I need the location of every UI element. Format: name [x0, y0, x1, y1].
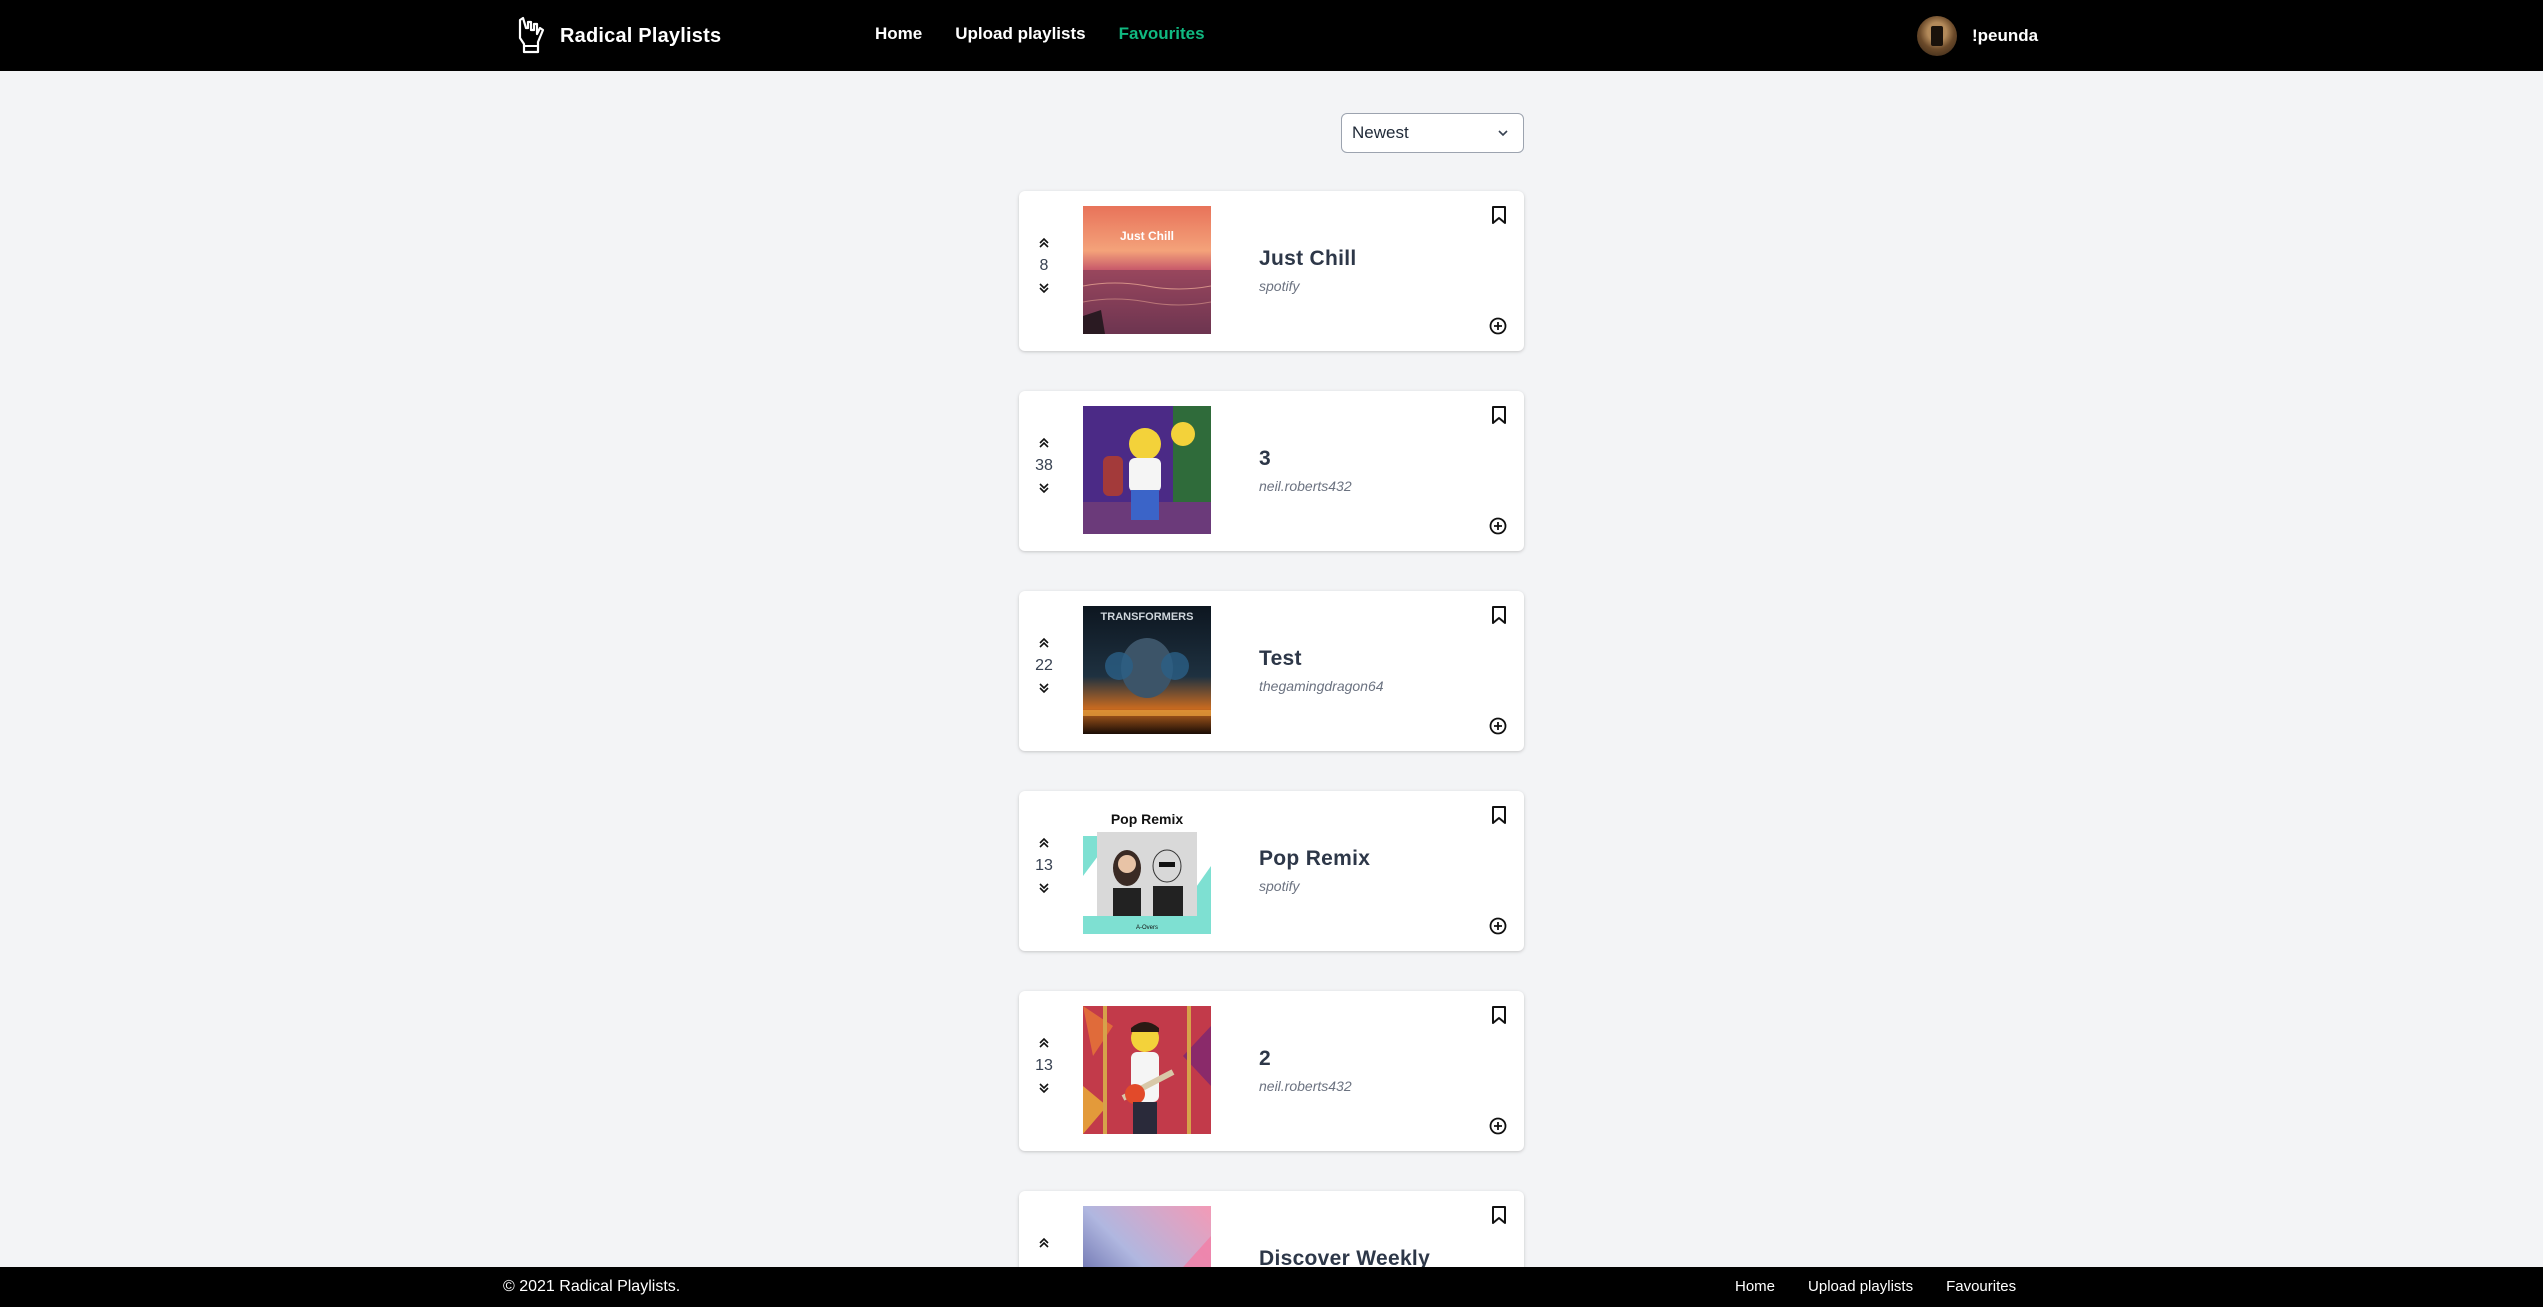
- bookmark-icon[interactable]: [1490, 405, 1508, 425]
- avatar[interactable]: [1917, 16, 1957, 56]
- playlist-info: Just Chill spotify: [1259, 247, 1357, 294]
- add-circle-icon[interactable]: [1488, 516, 1508, 536]
- cover-text: Pop Remix: [1111, 811, 1184, 827]
- main-nav: Home Upload playlists Favourites: [875, 24, 1205, 44]
- playlist-card: 22 TRANSFORMERS Test thegamingdragon64: [1019, 591, 1524, 751]
- playlist-title[interactable]: 2: [1259, 1047, 1352, 1071]
- upvote-icon[interactable]: [1037, 636, 1051, 650]
- bookmark-icon[interactable]: [1490, 805, 1508, 825]
- vote-count: 8: [1039, 257, 1049, 274]
- vote-controls: 8: [1029, 236, 1059, 295]
- playlist-cover[interactable]: [1083, 1006, 1211, 1134]
- cover-image-cartoon: [1083, 406, 1211, 534]
- brand-name: Radical Playlists: [560, 24, 722, 47]
- sort-select[interactable]: Newest: [1341, 113, 1524, 153]
- vote-controls: 38: [1029, 436, 1059, 495]
- bookmark-icon[interactable]: [1490, 605, 1508, 625]
- playlist-author: thegamingdragon64: [1259, 678, 1384, 694]
- vote-count: 22: [1035, 657, 1053, 674]
- add-circle-icon[interactable]: [1488, 1116, 1508, 1136]
- top-navbar: Radical Playlists Home Upload playlists …: [0, 0, 2543, 71]
- footer-link-home[interactable]: Home: [1735, 1278, 1775, 1295]
- vote-count: 13: [1035, 857, 1053, 874]
- chevron-down-icon: [1498, 130, 1508, 137]
- playlist-info: Pop Remix spotify: [1259, 847, 1370, 894]
- upvote-icon[interactable]: [1037, 836, 1051, 850]
- cover-text: TRANSFORMERS: [1101, 611, 1194, 623]
- playlist-title[interactable]: 3: [1259, 447, 1352, 471]
- downvote-icon[interactable]: [1037, 681, 1051, 695]
- playlist-info: 3 neil.roberts432: [1259, 447, 1352, 494]
- playlist-title[interactable]: Test: [1259, 647, 1384, 671]
- upvote-icon[interactable]: [1037, 436, 1051, 450]
- playlist-card: 38 3 neil.roberts432: [1019, 391, 1524, 551]
- username: !peunda: [1972, 26, 2039, 45]
- playlist-cover[interactable]: [1083, 406, 1211, 534]
- playlist-title[interactable]: Just Chill: [1259, 247, 1357, 271]
- playlist-card: 13 Pop Remix A-Overs Pop Remix spotify: [1019, 791, 1524, 951]
- bookmark-icon[interactable]: [1490, 205, 1508, 225]
- playlist-author: spotify: [1259, 878, 1300, 894]
- playlist-card: 13 2 neil.roberts432: [1019, 991, 1524, 1151]
- nav-favourites[interactable]: Favourites: [1119, 24, 1205, 44]
- upvote-icon[interactable]: [1037, 236, 1051, 250]
- playlist-info: 2 neil.roberts432: [1259, 1047, 1352, 1094]
- cover-image-sunset: Just Chill: [1083, 206, 1211, 334]
- add-circle-icon[interactable]: [1488, 916, 1508, 936]
- add-circle-icon[interactable]: [1488, 316, 1508, 336]
- footer-nav: Home Upload playlists Favourites: [1735, 1278, 2016, 1295]
- vote-controls: 22: [1029, 636, 1059, 695]
- playlist-info: Test thegamingdragon64: [1259, 647, 1384, 694]
- user-menu[interactable]: !peunda: [1917, 16, 2038, 56]
- footer-link-favourites[interactable]: Favourites: [1946, 1278, 2016, 1295]
- cover-subtext: A-Overs: [1136, 925, 1158, 931]
- playlist-cover[interactable]: TRANSFORMERS: [1083, 606, 1211, 734]
- vote-count: 38: [1035, 457, 1053, 474]
- cover-image-guitarist: [1083, 1006, 1211, 1134]
- playlist-title[interactable]: Pop Remix: [1259, 847, 1370, 871]
- add-circle-icon[interactable]: [1488, 716, 1508, 736]
- downvote-icon[interactable]: [1037, 1081, 1051, 1095]
- footer: © 2021 Radical Playlists. Home Upload pl…: [0, 1267, 2543, 1307]
- sort-selected-value: Newest: [1352, 123, 1409, 142]
- bookmark-icon[interactable]: [1490, 1205, 1508, 1225]
- upvote-icon[interactable]: [1037, 1236, 1051, 1250]
- brand[interactable]: Radical Playlists: [514, 16, 722, 55]
- cover-image-pop-remix: Pop Remix A-Overs: [1083, 806, 1211, 934]
- downvote-icon[interactable]: [1037, 481, 1051, 495]
- playlist-cover[interactable]: Pop Remix A-Overs: [1083, 806, 1211, 934]
- rock-hand-logo-icon: [518, 16, 545, 54]
- cover-text: Just Chill: [1120, 229, 1174, 243]
- playlist-cover[interactable]: Just Chill: [1083, 206, 1211, 334]
- cover-image-movie: TRANSFORMERS: [1083, 606, 1211, 734]
- downvote-icon[interactable]: [1037, 881, 1051, 895]
- upvote-icon[interactable]: [1037, 1036, 1051, 1050]
- footer-link-upload-playlists[interactable]: Upload playlists: [1808, 1278, 1913, 1295]
- playlist-author: neil.roberts432: [1259, 1078, 1352, 1094]
- playlist-card: 8 Just Chill Just Chill spotify: [1019, 191, 1524, 351]
- playlist-author: neil.roberts432: [1259, 478, 1352, 494]
- vote-count: 13: [1035, 1057, 1053, 1074]
- copyright-text: © 2021 Radical Playlists.: [503, 1278, 681, 1295]
- bookmark-icon[interactable]: [1490, 1005, 1508, 1025]
- vote-controls: 13: [1029, 836, 1059, 895]
- playlist-author: spotify: [1259, 278, 1300, 294]
- vote-controls: [1029, 1236, 1059, 1257]
- vote-controls: 13: [1029, 1036, 1059, 1095]
- nav-upload-playlists[interactable]: Upload playlists: [955, 24, 1085, 44]
- nav-home[interactable]: Home: [875, 24, 922, 44]
- downvote-icon[interactable]: [1037, 281, 1051, 295]
